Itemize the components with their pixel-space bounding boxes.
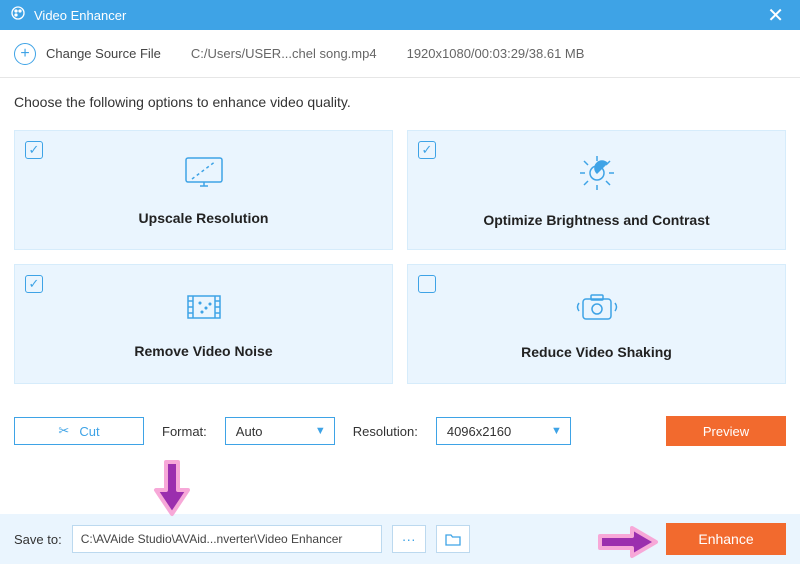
bottom-bar: Save to: ··· Enhance	[0, 514, 800, 564]
more-button[interactable]: ···	[392, 525, 426, 553]
checkbox-icon[interactable]: ✓	[25, 275, 43, 293]
option-label: Optimize Brightness and Contrast	[483, 212, 709, 228]
main-area: Choose the following options to enhance …	[0, 78, 800, 452]
resolution-label: Resolution:	[353, 424, 418, 439]
save-path-input[interactable]	[72, 525, 382, 553]
film-noise-icon	[182, 290, 226, 329]
plus-icon: +	[14, 43, 36, 65]
format-select[interactable]: Auto ▼	[225, 417, 335, 445]
checkbox-icon[interactable]: ✓	[418, 141, 436, 159]
resolution-select[interactable]: 4096x2160 ▼	[436, 417, 571, 445]
scissors-icon: ✂	[58, 423, 69, 439]
checkbox-icon[interactable]: ✓	[25, 141, 43, 159]
cut-label: Cut	[79, 424, 99, 439]
instruction-text: Choose the following options to enhance …	[14, 94, 786, 110]
save-to-label: Save to:	[14, 532, 62, 547]
app-title: Video Enhancer	[34, 8, 126, 23]
option-label: Reduce Video Shaking	[521, 344, 672, 360]
change-source-label: Change Source File	[46, 46, 161, 61]
option-optimize-brightness[interactable]: ✓ Optimize Brightness and Contrast	[407, 130, 786, 250]
option-remove-noise[interactable]: ✓ Remove Video Noise	[14, 264, 393, 384]
chevron-down-icon: ▼	[315, 425, 326, 437]
option-reduce-shaking[interactable]: Reduce Video Shaking	[407, 264, 786, 384]
source-info-bar: + Change Source File C:/Users/USER...che…	[0, 30, 800, 78]
format-label: Format:	[162, 424, 207, 439]
brightness-icon	[575, 153, 619, 198]
option-upscale-resolution[interactable]: ✓ Upscale Resolution	[14, 130, 393, 250]
close-icon[interactable]: ✕	[761, 3, 790, 28]
monitor-icon	[182, 155, 226, 196]
camera-shake-icon	[573, 289, 621, 330]
title-bar: Video Enhancer ✕	[0, 0, 800, 30]
app-logo-icon	[10, 5, 26, 26]
controls-row: ✂ Cut Format: Auto ▼ Resolution: 4096x21…	[14, 416, 786, 452]
enhance-button[interactable]: Enhance	[666, 523, 786, 555]
source-file-info: 1920x1080/00:03:29/38.61 MB	[407, 46, 585, 61]
options-grid: ✓ Upscale Resolution ✓	[14, 130, 786, 384]
source-file-path: C:/Users/USER...chel song.mp4	[191, 46, 377, 61]
option-label: Remove Video Noise	[134, 343, 272, 359]
option-label: Upscale Resolution	[139, 210, 269, 226]
open-folder-button[interactable]	[436, 525, 470, 553]
resolution-value: 4096x2160	[447, 424, 511, 439]
checkbox-icon[interactable]	[418, 275, 436, 293]
preview-button[interactable]: Preview	[666, 416, 786, 446]
change-source-button[interactable]: + Change Source File	[14, 43, 161, 65]
cut-button[interactable]: ✂ Cut	[14, 417, 144, 445]
folder-icon	[445, 532, 461, 546]
format-value: Auto	[236, 424, 263, 439]
chevron-down-icon: ▼	[551, 425, 562, 437]
